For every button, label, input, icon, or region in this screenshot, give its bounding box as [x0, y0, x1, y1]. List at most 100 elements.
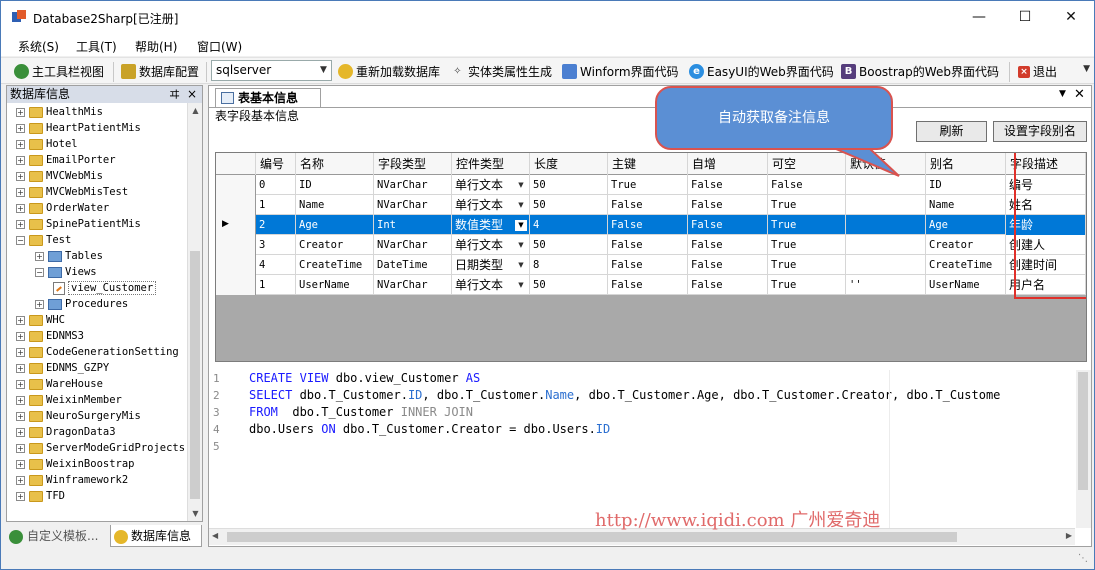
table-cell[interactable]: [846, 255, 926, 275]
db-config-button[interactable]: 数据库配置: [121, 63, 199, 80]
table-cell[interactable]: 50: [530, 195, 608, 215]
table-row[interactable]: 0 ID NVarChar 单行文本 ▼ 50 True False False ID 编号: [216, 175, 1086, 195]
expand-icon[interactable]: +: [16, 139, 25, 149]
table-cell[interactable]: ID: [296, 175, 374, 195]
editor-vertical-scrollbar[interactable]: [1076, 370, 1091, 528]
expand-icon[interactable]: +: [16, 475, 25, 485]
chevron-down-icon[interactable]: ▼: [515, 180, 527, 191]
table-cell[interactable]: Creator: [296, 235, 374, 255]
expand-icon[interactable]: +: [16, 155, 25, 165]
table-cell[interactable]: Int: [374, 215, 452, 235]
tree-node[interactable]: + HeartPatientMis: [16, 120, 141, 136]
tree-node[interactable]: + EDNMS_GZPY: [16, 360, 109, 376]
table-cell[interactable]: UserName: [296, 275, 374, 295]
collapse-icon[interactable]: −: [16, 235, 25, 245]
pin-icon[interactable]: ヰ: [169, 86, 180, 103]
table-cell[interactable]: [846, 175, 926, 195]
chevron-down-icon[interactable]: ▼: [515, 200, 527, 211]
reload-db-button[interactable]: 重新加载数据库: [338, 63, 440, 80]
table-cell[interactable]: NVarChar: [374, 175, 452, 195]
table-cell[interactable]: False: [688, 175, 768, 195]
tree-node[interactable]: + Tables: [35, 248, 103, 264]
table-cell[interactable]: Age: [926, 215, 1006, 235]
table-cell[interactable]: NVarChar: [374, 235, 452, 255]
expand-icon[interactable]: +: [16, 331, 25, 341]
table-cell[interactable]: False: [608, 255, 688, 275]
expand-icon[interactable]: +: [16, 379, 25, 389]
table-cell[interactable]: 50: [530, 275, 608, 295]
collapse-icon[interactable]: −: [35, 267, 44, 277]
expand-icon[interactable]: +: [16, 107, 25, 117]
column-header[interactable]: 自增: [688, 153, 768, 175]
set-alias-button[interactable]: 设置字段别名: [993, 121, 1087, 142]
table-cell[interactable]: True: [768, 195, 846, 215]
expand-icon[interactable]: +: [16, 491, 25, 501]
table-cell[interactable]: False: [688, 255, 768, 275]
row-selector[interactable]: [216, 195, 256, 215]
maximize-button[interactable]: ☐: [1002, 1, 1048, 34]
column-header[interactable]: 默认值: [846, 153, 926, 175]
table-cell[interactable]: False: [608, 275, 688, 295]
scroll-thumb[interactable]: [227, 532, 957, 542]
table-cell[interactable]: 1: [256, 275, 296, 295]
tree-node[interactable]: + MVCWebMisTest: [16, 184, 128, 200]
table-cell[interactable]: Name: [926, 195, 1006, 215]
table-cell[interactable]: 8: [530, 255, 608, 275]
scroll-down-icon[interactable]: ▼: [188, 506, 203, 521]
table-row[interactable]: 3 Creator NVarChar 单行文本 ▼ 50 False False True Cre…: [216, 235, 1086, 255]
expand-icon[interactable]: +: [16, 411, 25, 421]
sql-editor[interactable]: 1 2 3 4 5 CREATE VIEW dbo.view_Customer AS SE…: [209, 370, 1091, 528]
column-header[interactable]: 长度: [530, 153, 608, 175]
chevron-down-icon[interactable]: ▼: [515, 240, 527, 251]
tree-node[interactable]: + TFD: [16, 488, 65, 504]
tree-node[interactable]: + CodeGenerationSetting: [16, 344, 179, 360]
table-cell[interactable]: CreateTime: [296, 255, 374, 275]
table-cell[interactable]: 单行文本 ▼: [452, 195, 530, 215]
toolbar-overflow-icon[interactable]: ▼: [1083, 64, 1090, 74]
resize-grip-icon[interactable]: ⋱: [1078, 553, 1088, 564]
row-selector[interactable]: [216, 255, 256, 275]
bootstrap-code-button[interactable]: B Boostrap的Web界面代码: [841, 63, 999, 80]
table-cell[interactable]: True: [608, 175, 688, 195]
table-cell[interactable]: [846, 235, 926, 255]
table-cell[interactable]: NVarChar: [374, 275, 452, 295]
table-cell[interactable]: 50: [530, 175, 608, 195]
tree-node[interactable]: + OrderWater: [16, 200, 109, 216]
table-cell[interactable]: ID: [926, 175, 1006, 195]
column-header[interactable]: 名称: [296, 153, 374, 175]
tree-node[interactable]: + DragonData3: [16, 424, 116, 440]
expand-icon[interactable]: +: [16, 395, 25, 405]
chevron-down-icon[interactable]: ▼: [515, 280, 527, 291]
table-cell[interactable]: True: [768, 255, 846, 275]
table-row[interactable]: 1 UserName NVarChar 单行文本 ▼ 50 False False True ''…: [216, 275, 1086, 295]
menu-tools[interactable]: 工具(T): [76, 38, 117, 55]
column-header[interactable]: 主键: [608, 153, 688, 175]
tree-node[interactable]: + WHC: [16, 312, 65, 328]
table-cell[interactable]: False: [688, 235, 768, 255]
scroll-up-icon[interactable]: ▲: [188, 103, 203, 118]
menu-help[interactable]: 帮助(H): [135, 38, 177, 55]
table-cell[interactable]: 1: [256, 195, 296, 215]
tree-node[interactable]: + WareHouse: [16, 376, 103, 392]
tree-node[interactable]: − Test: [16, 232, 71, 248]
table-cell[interactable]: '': [846, 275, 926, 295]
expand-icon[interactable]: +: [16, 123, 25, 133]
expand-icon[interactable]: +: [16, 315, 25, 325]
tree-node[interactable]: + Procedures: [35, 296, 128, 312]
tab-custom-templates[interactable]: 自定义模板...: [9, 525, 98, 547]
table-cell[interactable]: False: [608, 195, 688, 215]
table-cell[interactable]: 0: [256, 175, 296, 195]
expand-icon[interactable]: +: [16, 347, 25, 357]
refresh-button[interactable]: 刷新: [916, 121, 987, 142]
tree-node[interactable]: + NeuroSurgeryMis: [16, 408, 141, 424]
table-cell[interactable]: CreateTime: [926, 255, 1006, 275]
expand-icon[interactable]: +: [16, 427, 25, 437]
table-cell[interactable]: True: [768, 235, 846, 255]
exit-button[interactable]: × 退出: [1018, 63, 1057, 80]
table-cell[interactable]: 单行文本 ▼: [452, 175, 530, 195]
table-cell[interactable]: False: [608, 235, 688, 255]
minimize-button[interactable]: —: [956, 1, 1002, 34]
chevron-down-icon[interactable]: ▼: [316, 61, 331, 80]
expand-icon[interactable]: +: [16, 219, 25, 229]
tree-node[interactable]: + Winframework2: [16, 472, 128, 488]
